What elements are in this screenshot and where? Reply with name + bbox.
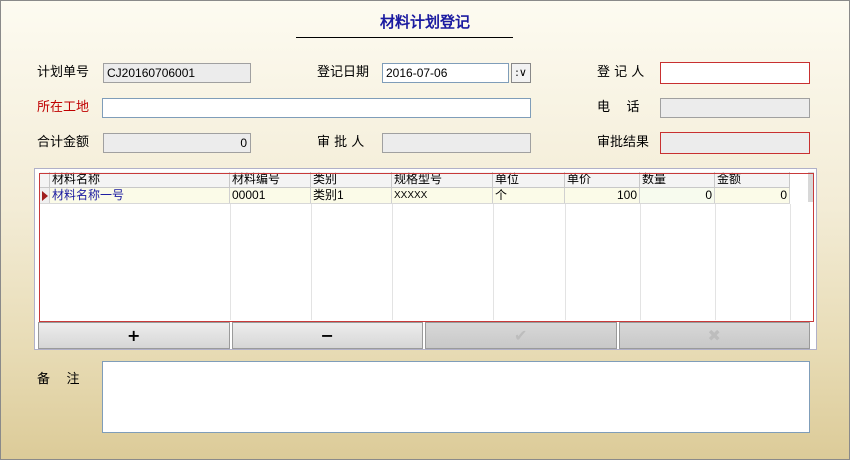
registrant-field[interactable] bbox=[660, 62, 810, 84]
reg-date-label: 登记日期 bbox=[317, 65, 370, 80]
remove-row-button[interactable]: − bbox=[231, 322, 423, 349]
remark-textarea[interactable] bbox=[102, 361, 810, 433]
plan-no-field[interactable]: CJ20160706001 bbox=[103, 63, 251, 83]
phone-field[interactable] bbox=[660, 98, 810, 118]
cancel-button[interactable]: ✖ bbox=[618, 322, 810, 349]
site-field[interactable] bbox=[102, 98, 531, 118]
title-underline bbox=[296, 37, 513, 38]
approval-result-field[interactable] bbox=[660, 132, 810, 154]
grid-toolbar: + − ✔ ✖ bbox=[38, 322, 810, 349]
remark-label: 备 注 bbox=[37, 372, 80, 387]
registrant-label: 登 记 人 bbox=[597, 65, 645, 80]
total-amount-field[interactable]: 0 bbox=[103, 133, 251, 153]
add-row-button[interactable]: + bbox=[38, 322, 230, 349]
site-label: 所在工地 bbox=[37, 100, 90, 115]
date-dropdown-button[interactable]: :∨ bbox=[511, 63, 531, 83]
approval-result-label: 审批结果 bbox=[597, 135, 650, 150]
chevron-down-icon: :∨ bbox=[515, 66, 527, 79]
grid-required-border bbox=[39, 173, 814, 322]
approver-label: 审 批 人 bbox=[317, 135, 365, 150]
approver-field[interactable] bbox=[382, 133, 531, 153]
total-amount-label: 合计金额 bbox=[37, 135, 90, 150]
plan-no-label: 计划单号 bbox=[37, 65, 90, 80]
page-title: 材料计划登记 bbox=[379, 13, 470, 31]
reg-date-field[interactable]: 2016-07-06 bbox=[382, 63, 509, 83]
phone-label: 电 话 bbox=[597, 100, 640, 115]
confirm-button[interactable]: ✔ bbox=[425, 322, 617, 349]
